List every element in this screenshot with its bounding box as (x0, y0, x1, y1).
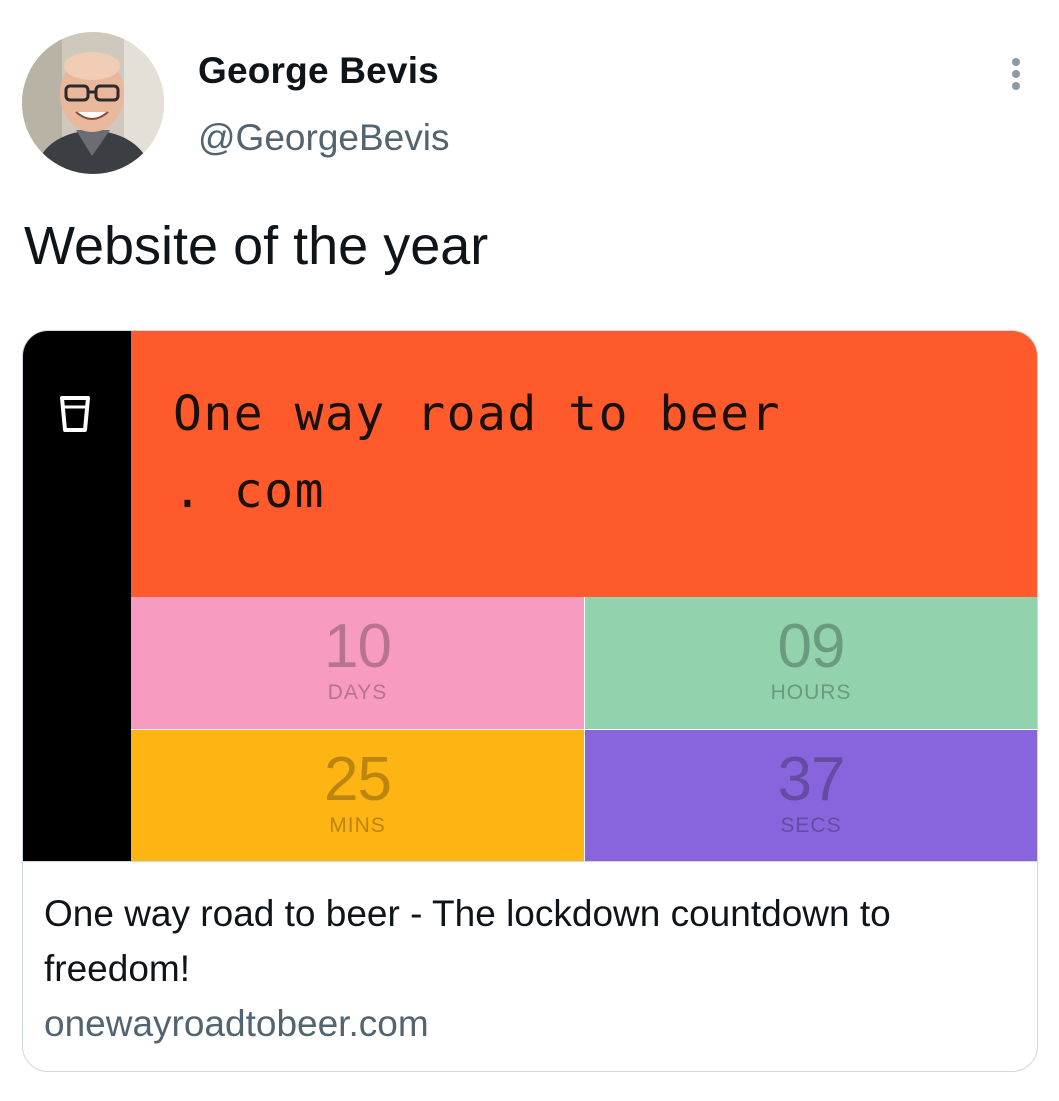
countdown-secs: 37 SECS (585, 730, 1037, 861)
card-title[interactable]: One way road to beer - The lockdown coun… (44, 886, 1014, 996)
card-domain[interactable]: onewayroadtobeer.com (44, 1003, 429, 1045)
card-sidebar (23, 331, 131, 861)
countdown-days-value: 10 (324, 612, 392, 681)
site-title: One way road to beer (173, 386, 781, 442)
countdown-hours-label: HOURS (770, 681, 852, 704)
countdown-mins-label: MINS (329, 814, 386, 837)
card-image: One way road to beer . com 10 DAYS 09 HO… (23, 331, 1037, 861)
beer-glass-icon (60, 396, 90, 432)
more-vertical-icon (1012, 58, 1020, 66)
countdown-days-label: DAYS (327, 681, 388, 704)
card-header: One way road to beer . com (131, 331, 1037, 597)
countdown-hours: 09 HOURS (585, 597, 1037, 729)
countdown-mins-value: 25 (324, 745, 392, 814)
more-options-button[interactable] (1000, 52, 1034, 96)
countdown-mins: 25 MINS (131, 730, 584, 861)
countdown-secs-label: SECS (780, 814, 842, 837)
display-name[interactable]: George Bevis (198, 50, 439, 92)
username-handle[interactable]: @GeorgeBevis (198, 117, 449, 159)
more-vertical-icon-dot (1012, 70, 1020, 78)
link-preview-card[interactable]: One way road to beer . com 10 DAYS 09 HO… (22, 330, 1038, 1072)
more-vertical-icon-dot (1012, 82, 1020, 90)
countdown-hours-value: 09 (777, 612, 846, 681)
countdown-secs-value: 37 (777, 745, 846, 814)
profile-photo-icon (22, 32, 164, 174)
avatar[interactable] (22, 32, 164, 174)
card-divider (23, 861, 1037, 862)
site-title-suffix: . com (173, 463, 325, 519)
tweet-text: Website of the year (24, 216, 489, 276)
countdown-days: 10 DAYS (131, 597, 584, 729)
